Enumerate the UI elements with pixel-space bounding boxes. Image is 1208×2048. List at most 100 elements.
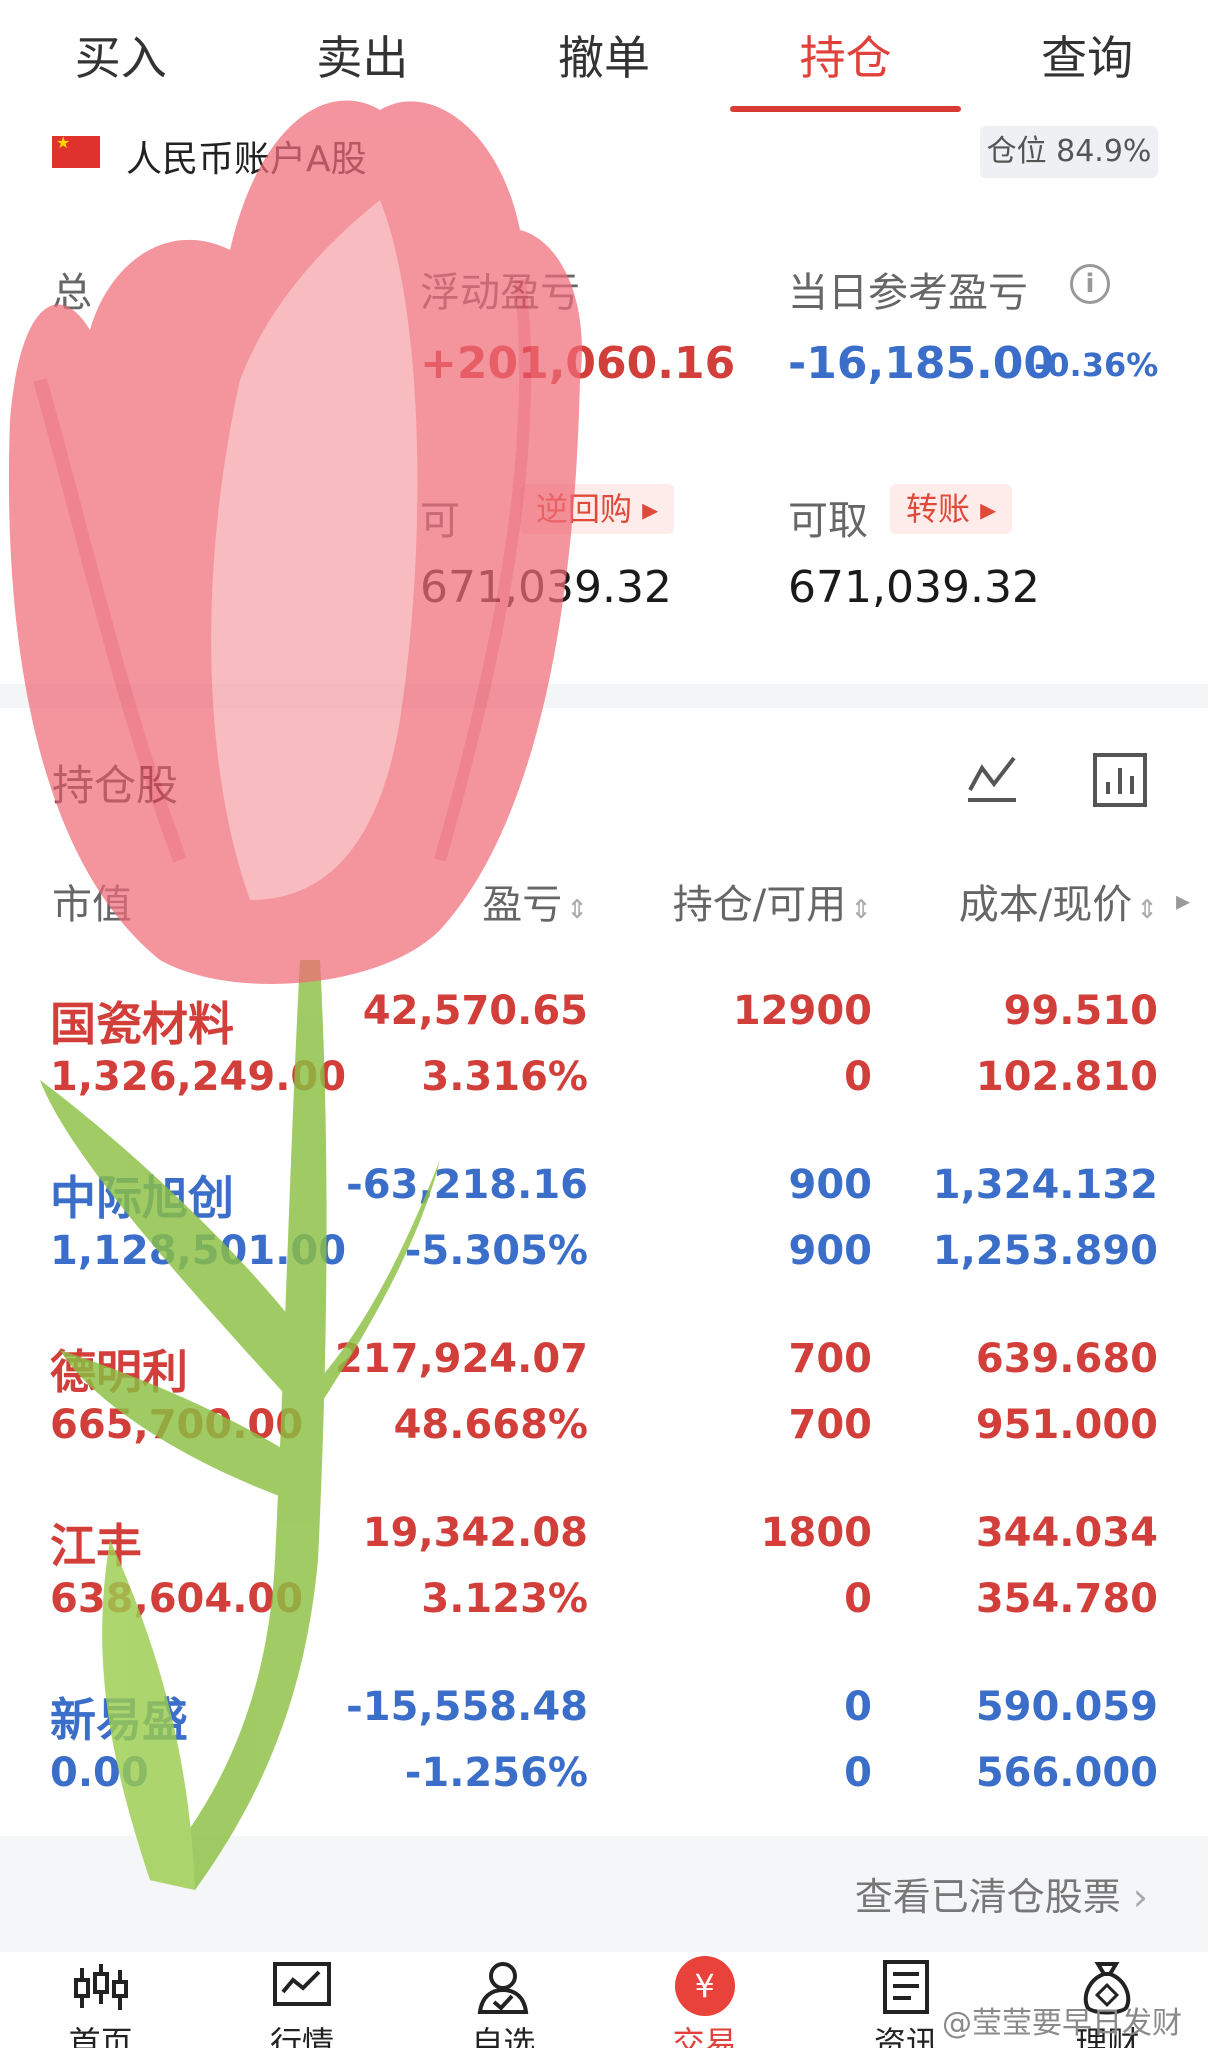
column-cost-price[interactable]: 成本/现价 ⇕ bbox=[959, 872, 1158, 930]
total-assets-label: 总 bbox=[52, 270, 92, 316]
china-flag-icon bbox=[52, 133, 100, 168]
column-position[interactable]: 持仓/可用 ⇕ bbox=[673, 872, 872, 930]
tab-sell[interactable]: 卖出 bbox=[242, 0, 484, 118]
pnl-percent: 3.123% bbox=[421, 1576, 588, 1622]
column-cost-price-label: 成本/现价 bbox=[958, 882, 1133, 928]
cleared-stocks-link[interactable]: 查看已清仓股票 › bbox=[855, 1866, 1148, 1921]
watermark-text: @莹莹要早日发财 bbox=[942, 2006, 1182, 2041]
available-qty: 700 bbox=[788, 1402, 873, 1448]
position-ratio-badge: 仓位 84.9% bbox=[980, 126, 1158, 178]
nav-market[interactable]: 行情 bbox=[201, 1952, 402, 2048]
column-pnl[interactable]: 盈亏 ⇕ bbox=[482, 872, 588, 930]
reverse-repo-button[interactable]: 逆回购 ▸ bbox=[520, 484, 675, 534]
tab-query[interactable]: 查询 bbox=[966, 0, 1208, 118]
line-chart-icon[interactable] bbox=[964, 750, 1020, 806]
current-price: 354.780 bbox=[975, 1576, 1158, 1622]
available-qty: 0 bbox=[844, 1576, 872, 1622]
nav-trade[interactable]: ¥ 交易 bbox=[604, 1952, 805, 2048]
pnl-amount: -63,218.16 bbox=[346, 1162, 588, 1208]
chevron-right-icon: › bbox=[1132, 1875, 1148, 1919]
person-check-icon bbox=[478, 1962, 529, 2014]
asset-summary: 总 浮动盈亏 +201,060.16 当日参考盈亏 i -16,185.00 -… bbox=[0, 240, 1208, 680]
pnl-amount: -15,558.48 bbox=[346, 1684, 588, 1730]
market-value: 1,128,501.00 bbox=[50, 1228, 347, 1274]
pnl-amount: 217,924.07 bbox=[334, 1336, 588, 1382]
cost-price: 1,324.132 bbox=[932, 1162, 1158, 1208]
holding-row[interactable]: 新易盛 0.00 -15,558.48 -1.256% 0 0 590.059 … bbox=[0, 1684, 1208, 1856]
current-price: 566.000 bbox=[975, 1750, 1158, 1796]
column-market-value[interactable]: 市值 bbox=[52, 872, 132, 930]
pnl-percent: -5.305% bbox=[404, 1228, 588, 1274]
nav-home-label: 首页 bbox=[68, 2024, 133, 2048]
sort-icon: ⇕ bbox=[1136, 895, 1158, 925]
floating-pnl-value: +201,060.16 bbox=[420, 338, 736, 389]
market-value: 1,326,249.00 bbox=[50, 1054, 347, 1100]
available-value: 671,039.32 bbox=[420, 562, 672, 613]
available-qty: 900 bbox=[788, 1228, 873, 1274]
pnl-percent: -1.256% bbox=[404, 1750, 588, 1796]
withdrawable-value: 671,039.32 bbox=[788, 562, 1040, 613]
holding-qty: 900 bbox=[788, 1162, 873, 1208]
stock-name: 德明利 bbox=[50, 1345, 188, 1399]
holding-row[interactable]: 江丰 638,604.00 19,342.08 3.123% 1800 0 34… bbox=[0, 1510, 1208, 1682]
nav-trade-label: 交易 bbox=[672, 2024, 737, 2048]
current-price: 102.810 bbox=[975, 1054, 1158, 1100]
holding-row[interactable]: 中际旭创 1,128,501.00 -63,218.16 -5.305% 900… bbox=[0, 1162, 1208, 1334]
holding-qty: 1800 bbox=[760, 1510, 872, 1556]
cost-price: 344.034 bbox=[975, 1510, 1158, 1556]
tab-holdings[interactable]: 持仓 bbox=[725, 0, 967, 118]
available-qty: 0 bbox=[844, 1054, 872, 1100]
daily-pnl-percent: -0.36% bbox=[1034, 346, 1159, 384]
holding-qty: 12900 bbox=[732, 988, 872, 1034]
current-price: 951.000 bbox=[975, 1402, 1158, 1448]
top-tab-bar: 买入 卖出 撤单 持仓 查询 bbox=[0, 0, 1208, 118]
chevron-right-icon[interactable]: ▸ bbox=[1176, 884, 1190, 917]
info-icon[interactable]: i bbox=[1070, 264, 1110, 304]
account-row: 人民币账户A股 仓位 84.9% bbox=[0, 118, 1208, 188]
tab-cancel-order[interactable]: 撤单 bbox=[483, 0, 725, 118]
stock-name: 江丰 bbox=[50, 1519, 142, 1573]
withdrawable-label: 可取 bbox=[788, 498, 868, 544]
bar-chart-icon[interactable] bbox=[1092, 752, 1148, 808]
nav-watchlist-label: 自选 bbox=[471, 2024, 536, 2048]
market-value: 0.00 bbox=[50, 1750, 149, 1796]
market-chart-icon bbox=[272, 1962, 331, 2006]
market-value: 638,604.00 bbox=[50, 1576, 304, 1622]
cleared-stocks-label: 查看已清仓股票 bbox=[854, 1875, 1121, 1919]
news-document-icon bbox=[882, 1960, 929, 2014]
tab-buy[interactable]: 买入 bbox=[0, 0, 242, 118]
account-name[interactable]: 人民币账户A股 bbox=[126, 130, 367, 182]
nav-market-label: 行情 bbox=[269, 2024, 334, 2048]
section-divider bbox=[0, 684, 1208, 708]
available-qty: 0 bbox=[844, 1750, 872, 1796]
holding-row[interactable]: 国瓷材料 1,326,249.00 42,570.65 3.316% 12900… bbox=[0, 988, 1208, 1160]
candlestick-icon bbox=[73, 1964, 128, 2010]
stock-name: 中际旭创 bbox=[50, 1171, 234, 1225]
pnl-amount: 19,342.08 bbox=[362, 1510, 588, 1556]
floating-pnl-label: 浮动盈亏 bbox=[420, 270, 580, 316]
column-position-label: 持仓/可用 bbox=[672, 882, 847, 928]
nav-watchlist[interactable]: 自选 bbox=[403, 1952, 604, 2048]
stock-name: 新易盛 bbox=[50, 1693, 188, 1747]
column-pnl-label: 盈亏 bbox=[482, 882, 563, 928]
cost-price: 99.510 bbox=[1003, 988, 1158, 1034]
holding-row[interactable]: 德明利 665,700.00 217,924.07 48.668% 700 70… bbox=[0, 1336, 1208, 1508]
daily-pnl-value: -16,185.00 bbox=[788, 338, 1054, 389]
cost-price: 639.680 bbox=[975, 1336, 1158, 1382]
transfer-button[interactable]: 转账 ▸ bbox=[890, 484, 1013, 534]
holdings-title: 持仓股 bbox=[52, 761, 179, 810]
sort-icon: ⇕ bbox=[566, 895, 588, 925]
holding-qty: 700 bbox=[788, 1336, 873, 1382]
pnl-percent: 3.316% bbox=[421, 1054, 588, 1100]
daily-pnl-label: 当日参考盈亏 bbox=[788, 270, 1028, 316]
sort-icon: ⇕ bbox=[850, 895, 872, 925]
pnl-percent: 48.668% bbox=[393, 1402, 588, 1448]
available-label: 可 bbox=[420, 498, 460, 544]
cleared-stocks-band: 查看已清仓股票 › bbox=[0, 1836, 1208, 1952]
pnl-amount: 42,570.65 bbox=[362, 988, 588, 1034]
cost-price: 590.059 bbox=[975, 1684, 1158, 1730]
current-price: 1,253.890 bbox=[932, 1228, 1158, 1274]
nav-home[interactable]: 首页 bbox=[0, 1952, 201, 2048]
holding-qty: 0 bbox=[844, 1684, 872, 1730]
market-value: 665,700.00 bbox=[50, 1402, 304, 1448]
